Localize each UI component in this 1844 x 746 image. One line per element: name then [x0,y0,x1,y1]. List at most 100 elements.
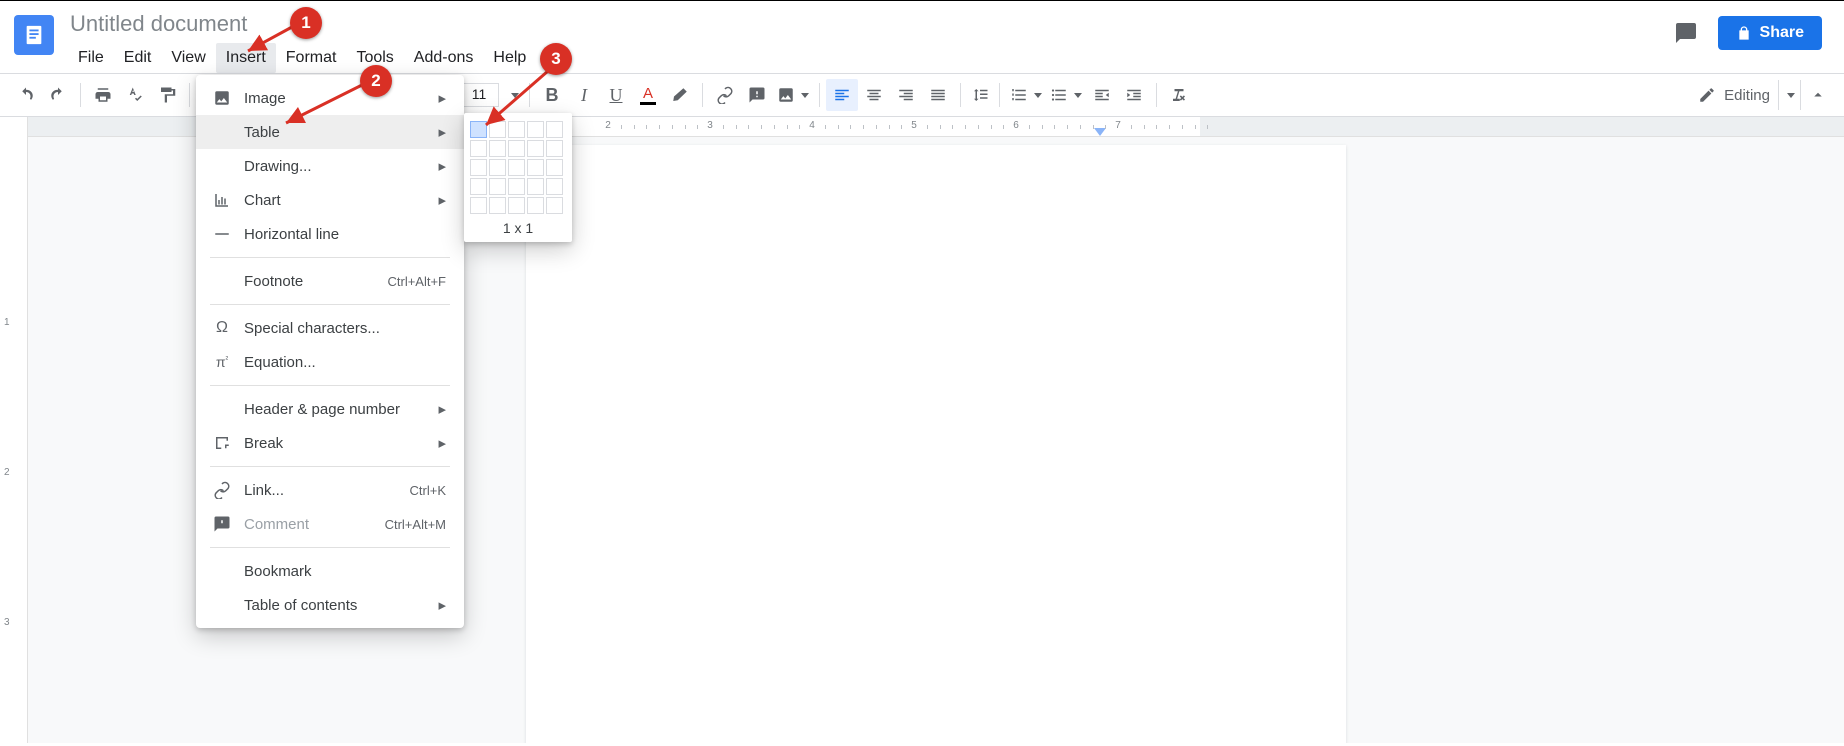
redo-button[interactable] [42,79,74,111]
insert-menu-toc[interactable]: Table of contents▸ [196,588,464,622]
increase-indent-button[interactable] [1118,79,1150,111]
insert-menu-drawing[interactable]: Drawing...▸ [196,149,464,183]
shortcut-label: Ctrl+Alt+F [387,274,446,289]
menu-edit[interactable]: Edit [114,43,162,73]
clear-formatting-button[interactable] [1163,79,1195,111]
bold-button[interactable]: B [536,79,568,111]
table-grid[interactable] [470,121,566,214]
numbered-list-button[interactable] [1006,86,1046,104]
open-comments-button[interactable] [1668,15,1704,51]
insert-menu-chart[interactable]: Chart▸ [196,183,464,217]
table-cell[interactable] [489,178,506,195]
table-cell[interactable] [527,159,544,176]
table-cell[interactable] [470,159,487,176]
insert-menu-dropdown: Image▸Table▸Drawing...▸Chart▸Horizontal … [196,75,464,628]
italic-button[interactable]: I [568,79,600,111]
table-cell[interactable] [527,121,544,138]
insert-menu-hr[interactable]: Horizontal line [196,217,464,251]
hruler-tick: 7 [1115,120,1121,131]
table-cell[interactable] [489,197,506,214]
insert-menu-equation[interactable]: π²Equation... [196,345,464,379]
menu-insert[interactable]: Insert [216,43,276,73]
undo-button[interactable] [10,79,42,111]
right-indent-marker[interactable] [1094,128,1106,136]
link-icon [210,481,234,499]
insert-menu-label: Special characters... [244,320,380,337]
document-page[interactable] [526,145,1346,743]
text-color-button[interactable]: A [632,79,664,111]
print-button[interactable] [87,79,119,111]
menu-file[interactable]: File [68,43,114,73]
table-cell[interactable] [527,140,544,157]
table-cell[interactable] [508,197,525,214]
menu-add-ons[interactable]: Add-ons [404,43,484,73]
hruler-tick: 5 [911,120,917,131]
font-size-input[interactable]: 11 [459,83,499,107]
align-left-button[interactable] [826,79,858,111]
hr-icon [210,225,234,243]
table-size-label: 1 x 1 [470,220,566,236]
share-button[interactable]: Share [1718,16,1822,50]
align-justify-button[interactable] [922,79,954,111]
line-spacing-button[interactable] [967,86,993,104]
editing-mode-button[interactable]: Editing [1690,86,1778,104]
menu-help[interactable]: Help [483,43,536,73]
submenu-arrow-icon: ▸ [438,434,446,452]
insert-menu-footnote[interactable]: FootnoteCtrl+Alt+F [196,264,464,298]
menu-format[interactable]: Format [276,43,347,73]
editing-mode-dropdown[interactable] [1778,80,1800,110]
insert-link-button[interactable] [709,79,741,111]
insert-menu-link[interactable]: Link...Ctrl+K [196,473,464,507]
menu-view[interactable]: View [161,43,215,73]
align-center-button[interactable] [858,79,890,111]
insert-image-button[interactable] [773,86,813,104]
table-cell[interactable] [470,178,487,195]
insert-menu-label: Header & page number [244,401,400,418]
bulleted-list-button[interactable] [1046,86,1086,104]
editing-mode-label: Editing [1724,87,1770,104]
table-cell[interactable] [470,197,487,214]
insert-menu-break[interactable]: Break ▸ [196,426,464,460]
submenu-arrow-icon: ▸ [438,157,446,175]
table-cell[interactable] [546,121,563,138]
table-cell[interactable] [527,197,544,214]
underline-button[interactable]: U [600,79,632,111]
table-cell[interactable] [508,178,525,195]
table-cell[interactable] [508,121,525,138]
spellcheck-button[interactable] [119,79,151,111]
table-cell[interactable] [489,121,506,138]
table-cell[interactable] [508,159,525,176]
font-size-dropdown[interactable] [505,93,523,98]
table-cell[interactable] [489,159,506,176]
table-cell[interactable] [470,140,487,157]
vruler-tick: 1 [4,317,10,328]
submenu-arrow-icon: ▸ [438,400,446,418]
collapse-toolbar-button[interactable] [1800,80,1834,110]
table-cell[interactable] [546,159,563,176]
hruler-tick: 2 [605,120,611,131]
insert-menu-special[interactable]: ΩSpecial characters... [196,311,464,345]
docs-logo[interactable] [14,15,54,55]
decrease-indent-button[interactable] [1086,79,1118,111]
insert-comment-button[interactable] [741,79,773,111]
table-cell[interactable] [508,140,525,157]
table-cell[interactable] [546,140,563,157]
insert-menu-image[interactable]: Image▸ [196,81,464,115]
table-cell[interactable] [527,178,544,195]
table-cell[interactable] [470,121,487,138]
align-right-button[interactable] [890,79,922,111]
insert-menu-label: Break [244,435,283,452]
table-cell[interactable] [489,140,506,157]
paint-format-button[interactable] [151,79,183,111]
insert-menu-header[interactable]: Header & page number ▸ [196,392,464,426]
lock-icon [1736,25,1752,41]
insert-menu-bookmark[interactable]: Bookmark [196,554,464,588]
submenu-arrow-icon: ▸ [438,89,446,107]
insert-menu-table[interactable]: Table▸ [196,115,464,149]
table-cell[interactable] [546,178,563,195]
table-cell[interactable] [546,197,563,214]
addcomment-icon [210,515,234,533]
shortcut-label: Ctrl+Alt+M [385,517,446,532]
highlight-color-button[interactable] [664,79,696,111]
insert-menu-label: Bookmark [244,563,312,580]
